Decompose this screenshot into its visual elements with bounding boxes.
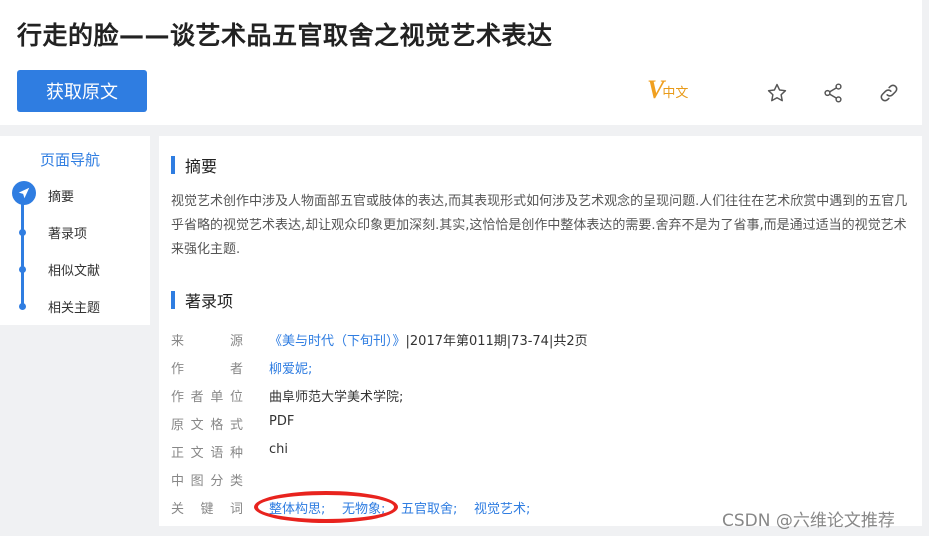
org-label: 作者单位 bbox=[171, 390, 243, 405]
red-circle-annotation bbox=[254, 491, 398, 523]
nav-item-similar[interactable]: 相似文献 bbox=[48, 260, 100, 279]
navigation-arrow-icon bbox=[12, 181, 36, 205]
format-value: PDF bbox=[269, 414, 295, 429]
record-heading-text: 著录项 bbox=[185, 292, 234, 311]
star-icon[interactable] bbox=[764, 80, 790, 106]
abstract-text: 视觉艺术创作中涉及人物面部五官或肢体的表达,而其表现形式如何涉及艺术观念的呈现问… bbox=[171, 194, 908, 257]
header-card: 行走的脸——谈艺术品五官取舍之视觉艺术表达 获取原文 V 中文 bbox=[0, 0, 922, 125]
section-bar bbox=[171, 156, 175, 174]
record-heading: 著录项 bbox=[171, 288, 233, 312]
source-value: 《美与时代（下旬刊）》|2017年第011期|73-74|共2页 bbox=[269, 330, 588, 349]
keyword-link[interactable]: 视觉艺术; bbox=[474, 498, 530, 517]
nav-item-topics[interactable]: 相关主题 bbox=[48, 297, 100, 316]
journal-link[interactable]: 《美与时代（下旬刊）》 bbox=[269, 334, 406, 349]
csdn-watermark: CSDN @六维论文推荐 bbox=[722, 511, 895, 531]
nav-item-record[interactable]: 著录项 bbox=[48, 223, 87, 242]
clc-label: 中图分类 bbox=[171, 474, 243, 489]
get-original-button[interactable]: 获取原文 bbox=[17, 70, 147, 112]
nav-timeline bbox=[21, 192, 24, 308]
logo-text: 中文 bbox=[662, 86, 689, 101]
nav-item-abstract[interactable]: 摘要 bbox=[48, 186, 74, 205]
keyword-link[interactable]: 五官取舍; bbox=[401, 498, 457, 517]
format-label: 原文格式 bbox=[171, 418, 243, 433]
page-title: 行走的脸——谈艺术品五官取舍之视觉艺术表达 bbox=[17, 21, 553, 50]
nav-dot bbox=[19, 229, 26, 236]
nav-dot bbox=[19, 303, 26, 310]
nav-dot bbox=[19, 266, 26, 273]
page-nav-title: 页面导航 bbox=[40, 151, 101, 169]
link-icon[interactable] bbox=[876, 80, 902, 106]
keywords-label: 关键词 bbox=[171, 502, 243, 517]
section-bar bbox=[171, 291, 175, 309]
author-label: 作者 bbox=[171, 362, 243, 377]
org-value: 曲阜师范大学美术学院; bbox=[269, 390, 404, 405]
share-icon[interactable] bbox=[820, 80, 846, 106]
source-issue: |2017年第011期|73-74|共2页 bbox=[405, 334, 588, 349]
author-link[interactable]: 柳爱妮; bbox=[269, 358, 312, 377]
source-label: 来源 bbox=[171, 334, 243, 349]
abstract-heading: 摘要 bbox=[171, 153, 217, 177]
abstract-heading-text: 摘要 bbox=[185, 157, 218, 176]
language-label: 正文语种 bbox=[171, 446, 243, 461]
vip-chinese-logo: V 中文 bbox=[647, 77, 689, 103]
language-value: chi bbox=[269, 442, 288, 457]
